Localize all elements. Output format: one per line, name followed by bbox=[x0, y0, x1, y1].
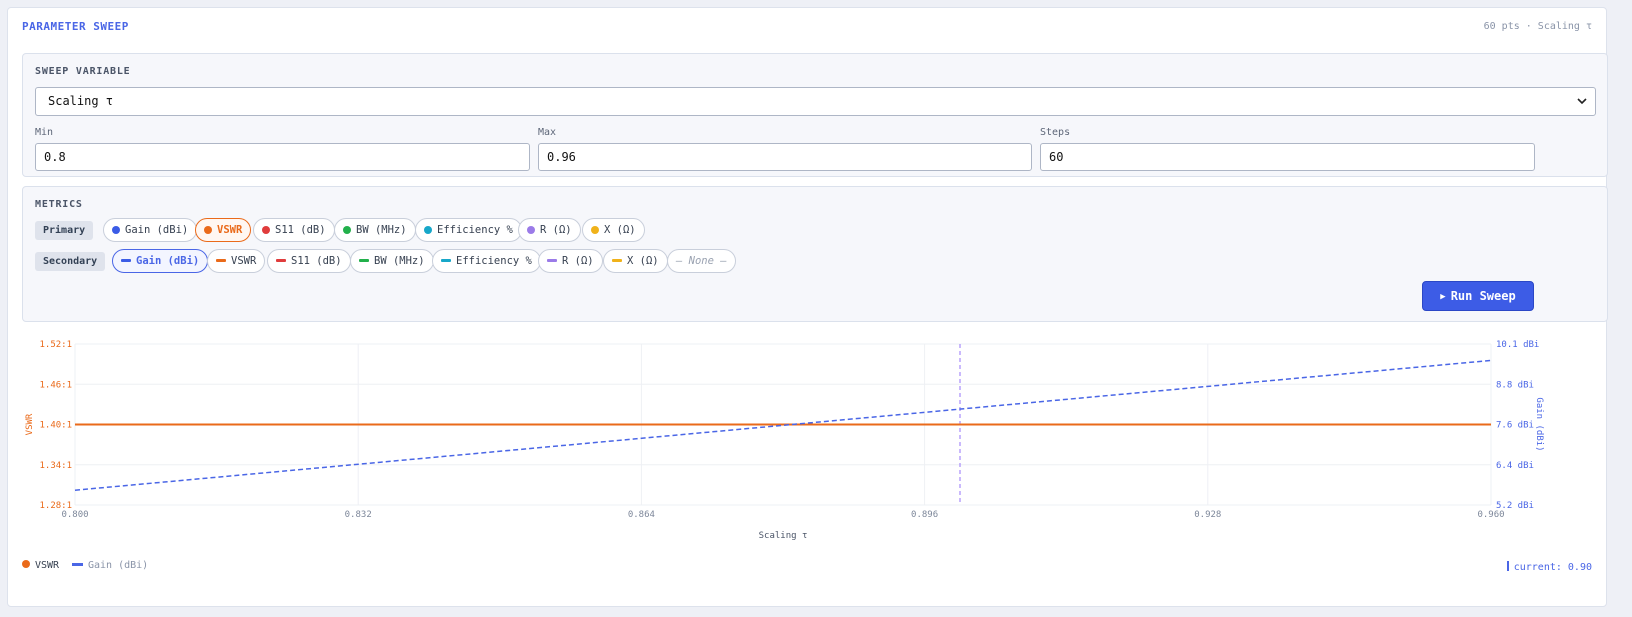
x-tick-label: 0.832 bbox=[345, 510, 372, 520]
legend-primary: VSWR bbox=[22, 560, 59, 571]
y-right-tick-label: 7.6 dBi bbox=[1496, 421, 1534, 431]
x-tick-label: 0.928 bbox=[1194, 510, 1221, 520]
vswr-legend-dot-icon bbox=[22, 560, 30, 568]
y-left-tick-label: 1.46:1 bbox=[39, 380, 72, 390]
sweep-chart: 0.800 0.832 0.864 0.896 0.928 0.960 1.28:1 1.34… bbox=[25, 340, 1544, 541]
y-right-tick-label: 5.2 dBi bbox=[1496, 501, 1534, 511]
legend-secondary: Gain (dBi) bbox=[72, 560, 148, 571]
x-tick-label: 0.896 bbox=[911, 510, 938, 520]
y-left-tick-label: 1.34:1 bbox=[39, 461, 72, 471]
x-axis-label: Scaling τ bbox=[759, 531, 808, 541]
x-tick-label: 0.864 bbox=[628, 510, 655, 520]
x-tick-label: 0.960 bbox=[1477, 510, 1504, 520]
gain-legend-line-icon bbox=[72, 563, 83, 566]
y-left-tick-label: 1.52:1 bbox=[39, 340, 72, 350]
parameter-sweep-panel: PARAMETER SWEEP 60 pts · Scaling τ SWEEP… bbox=[7, 7, 1608, 607]
y-right-tick-label: 8.8 dBi bbox=[1496, 380, 1534, 390]
current-value-indicator: current: 0.90 bbox=[1506, 561, 1592, 573]
y-left-axis-label: VSWR bbox=[25, 413, 35, 435]
y-left-tick-label: 1.40:1 bbox=[39, 421, 72, 431]
y-right-tick-label: 10.1 dBi bbox=[1496, 340, 1539, 350]
y-left-tick-label: 1.28:1 bbox=[39, 501, 72, 511]
y-right-tick-label: 6.4 dBi bbox=[1496, 461, 1534, 471]
x-tick-label: 0.800 bbox=[61, 510, 88, 520]
current-marker-icon bbox=[1506, 561, 1509, 571]
y-right-axis-label: Gain (dBi) bbox=[1534, 397, 1544, 451]
